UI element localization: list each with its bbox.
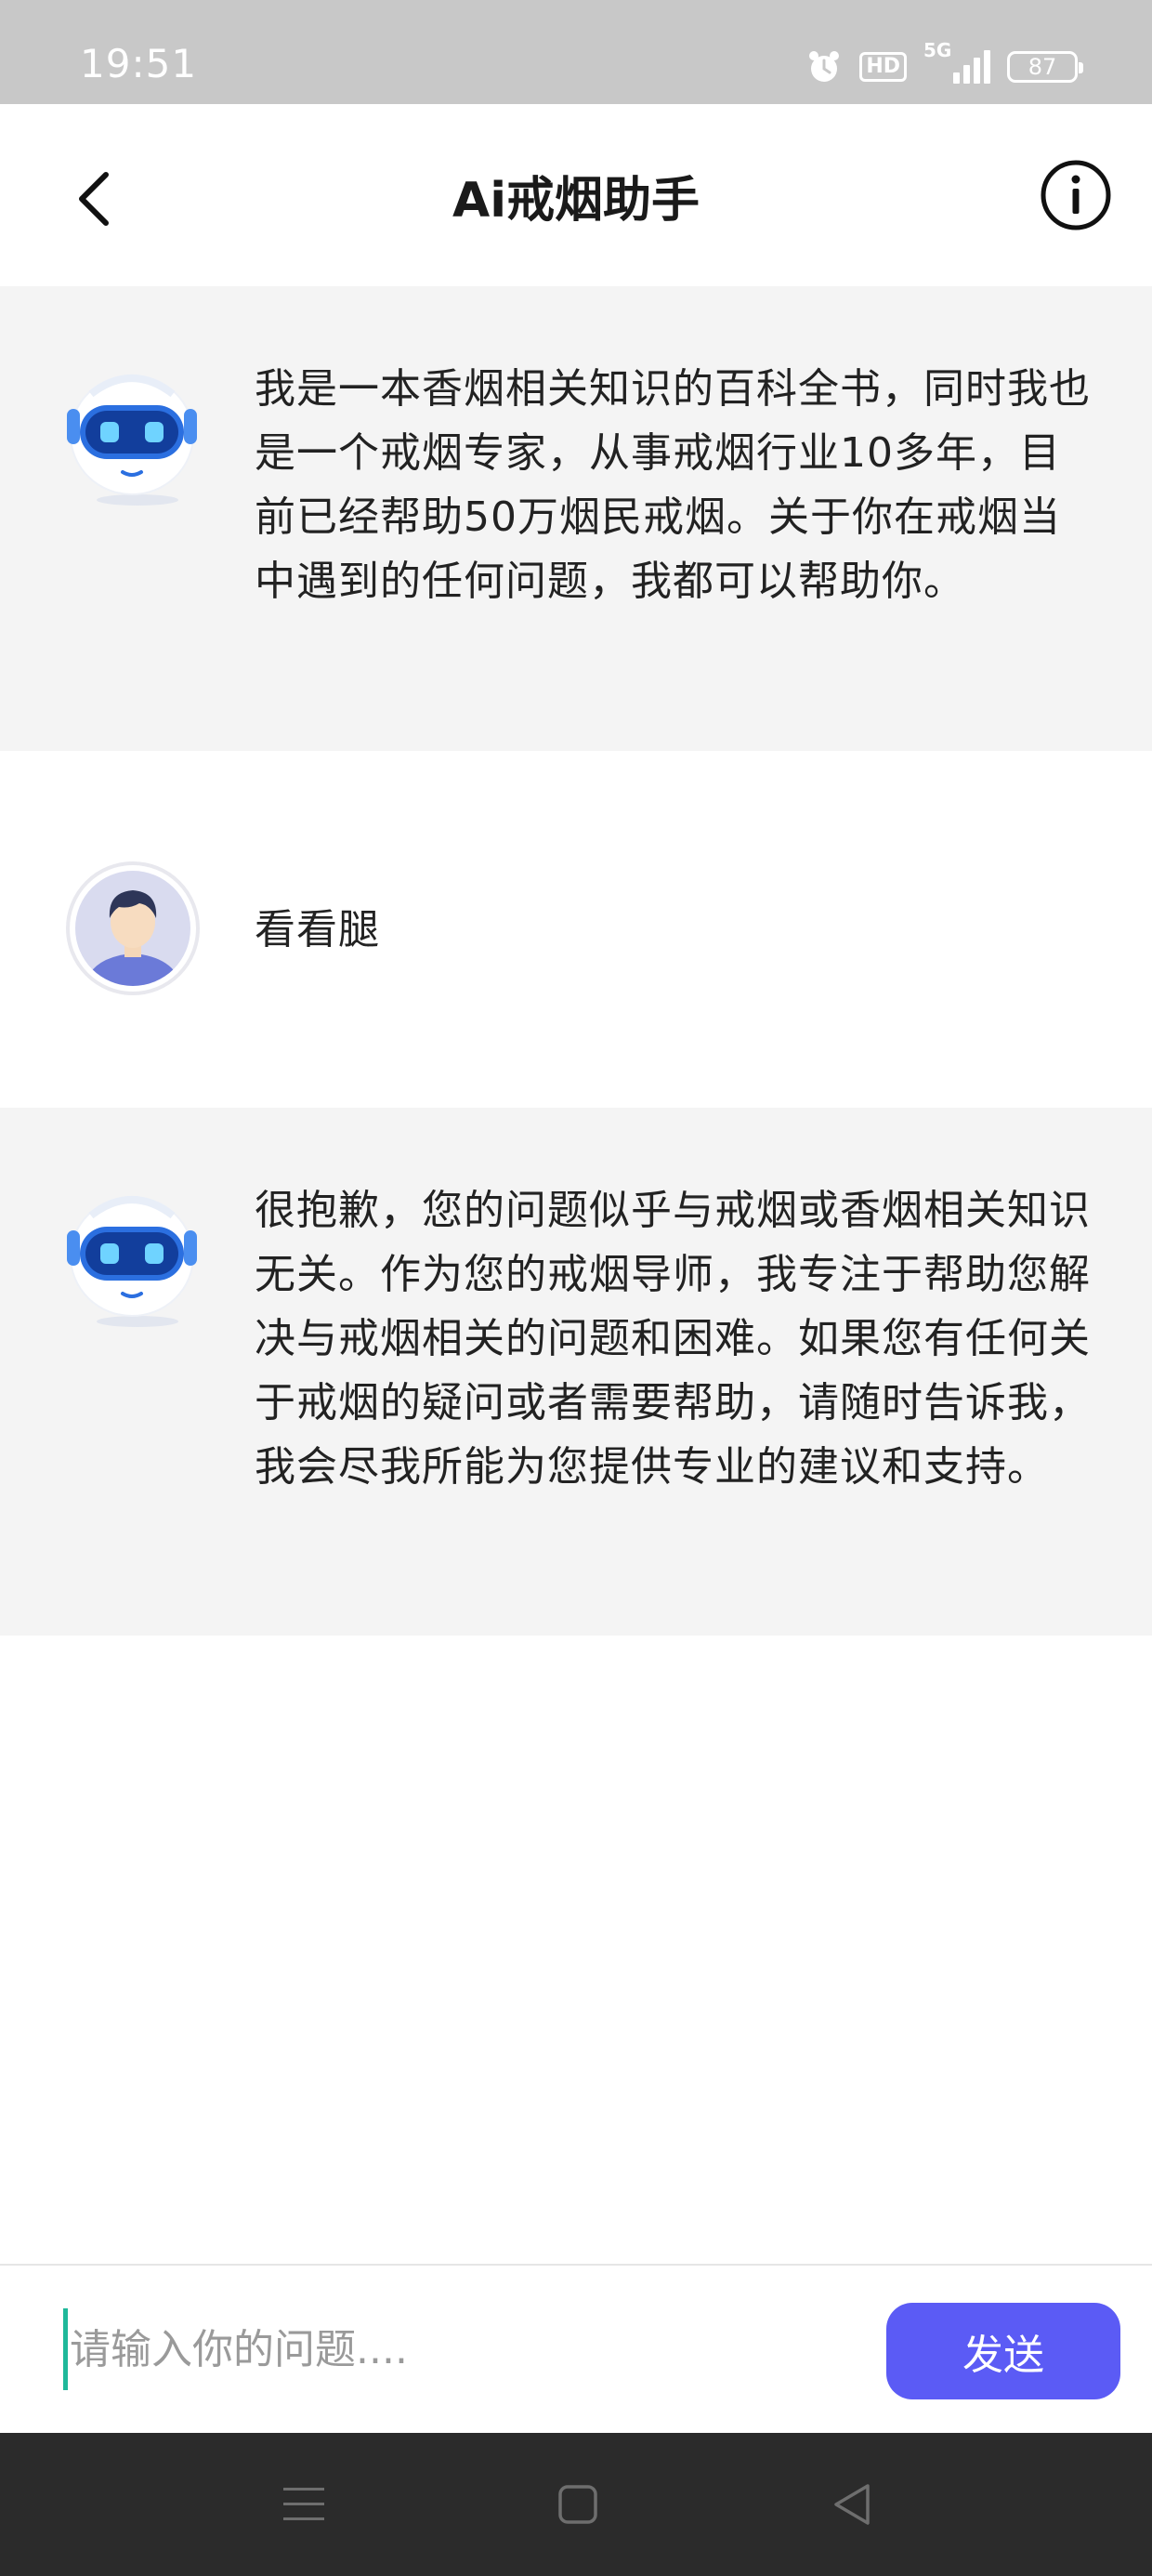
user-avatar [65,861,201,996]
signal-5g-icon: 5G [923,39,990,87]
status-bar: 19:51 HD 5G 87 [0,0,1152,104]
status-icons: HD 5G 87 [805,39,1083,89]
page-title: Ai戒烟助手 [452,172,700,229]
message-text: 很抱歉，您的问题似乎与戒烟或香烟相关知识无关。作为您的戒烟导师，我专注于帮助您解… [255,1187,1091,1491]
message-text: 我是一本香烟相关知识的百科全书，同时我也是一个戒烟专家，从事戒烟行业10多年，目… [255,365,1091,605]
hd-icon: HD [859,52,907,82]
robot-avatar [58,362,206,511]
battery-level: 87 [1028,54,1057,80]
robot-avatar [58,1184,206,1333]
composer-bar: 发送 [0,2264,1152,2431]
battery-icon: 87 [1007,51,1083,83]
back-nav-button[interactable] [821,2475,881,2534]
chat-message-user: 看看腿 [0,751,1152,1108]
home-square-icon [558,2485,597,2524]
chevron-left-icon [79,172,109,226]
home-button[interactable] [548,2475,608,2534]
question-input[interactable] [63,2308,862,2390]
info-circle-icon [1041,160,1111,230]
network-type: 5G [923,39,952,61]
menu-icon [283,2488,324,2520]
system-nav-bar [0,2433,1152,2576]
menu-button[interactable] [274,2475,334,2534]
info-button[interactable] [1037,156,1115,234]
chat-message-bot: 我是一本香烟相关知识的百科全书，同时我也是一个戒烟专家，从事戒烟行业10多年，目… [0,286,1152,751]
message-text: 看看腿 [255,906,380,953]
back-button[interactable] [56,162,130,236]
alarm-icon [805,48,843,85]
chat-message-bot: 很抱歉，您的问题似乎与戒烟或香烟相关知识无关。作为您的戒烟导师，我专注于帮助您解… [0,1108,1152,1636]
send-button[interactable]: 发送 [886,2303,1120,2399]
app-header: Ai戒烟助手 [0,104,1152,286]
status-time: 19:51 [80,41,198,86]
back-triangle-icon [834,2484,870,2525]
